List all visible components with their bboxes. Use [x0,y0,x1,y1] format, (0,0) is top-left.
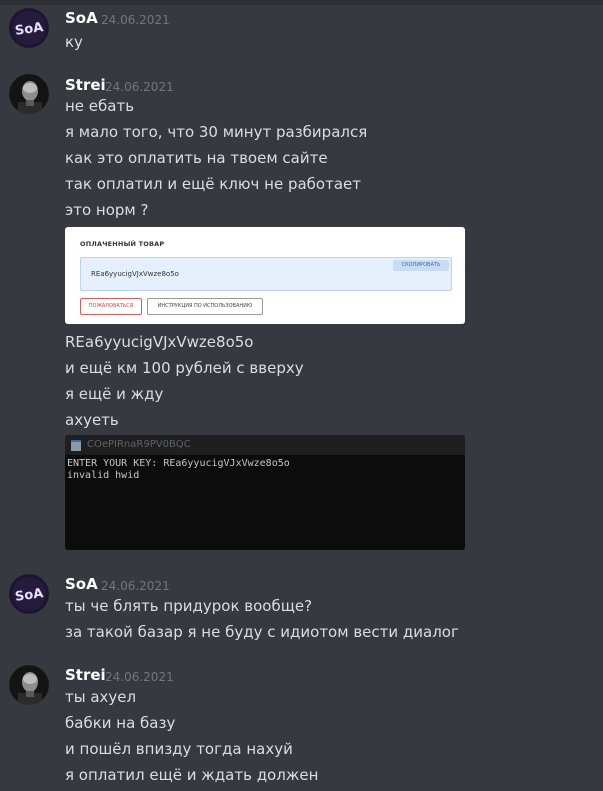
message-text: так оплатил и ещё ключ не работает [65,175,361,193]
author-name[interactable]: Strei [65,666,106,684]
instructions-button: ИНСТРУКЦИЯ ПО ИСПОЛЬЗОВАНИЮ [147,298,263,315]
console-window-icon [71,440,81,451]
message-text: я мало того, что 30 минут разбирался [65,123,368,141]
message-text: я ещё и жду [65,385,164,403]
message-text: и пошёл впизду тогда нахуй [65,740,293,758]
purchase-key: REa6yyucigVJxVwze8o5o [91,270,179,278]
avatar-strei[interactable] [9,665,49,705]
message-text: ты че блять придурок вообще? [65,597,313,615]
author-name[interactable]: SoA [65,575,98,593]
author-name[interactable]: Strei [65,76,106,94]
top-divider [0,0,603,5]
message-text: я оплатил ещё и ждать должен [65,766,319,784]
message-timestamp: 24.06.2021 [105,670,174,684]
purchase-title: ОПЛАЧЕННЫЙ ТОВАР [80,240,165,248]
message-timestamp: 24.06.2021 [101,13,170,27]
purchase-key-box: REa6yyucigVJxVwze8o5o СКОПИРОВАТЬ [80,257,452,291]
message-text: за такой базар я не буду с идиотом вести… [65,623,459,641]
message-timestamp: 24.06.2021 [101,579,170,593]
console-screenshot-embed[interactable]: COePIRnaR9PV0BQC ENTER YOUR KEY: REa6yyu… [65,435,465,550]
message-text: ты ахуел [65,688,137,706]
author-name[interactable]: SoA [65,9,98,27]
message-text: ахуеть [65,411,119,429]
copy-button: СКОПИРОВАТЬ [393,260,449,271]
complain-button: ПОЖАЛОВАТЬСЯ [80,298,142,315]
message-text: не ебать [65,97,135,115]
message-text: REa6yyucigVJxVwze8o5o [65,333,254,351]
message-text: как это оплатить на твоем сайте [65,149,328,167]
avatar-soa[interactable]: SoA [9,8,49,48]
message-text: и ещё км 100 рублей с вверху [65,359,304,377]
message-text: ку [65,33,83,51]
avatar-soa[interactable]: SoA [9,574,49,614]
message-timestamp: 24.06.2021 [105,80,174,94]
message-text: это норм ? [65,201,149,219]
console-line: ENTER YOUR KEY: REa6yyucigVJxVwze8o5o [67,458,290,469]
console-line: invalid hwid [67,470,140,481]
console-window-title: COePIRnaR9PV0BQC [87,439,191,450]
message-text: бабки на базу [65,714,176,732]
console-titlebar: COePIRnaR9PV0BQC [65,435,465,455]
purchase-screenshot-embed[interactable]: ОПЛАЧЕННЫЙ ТОВАР REa6yyucigVJxVwze8o5o С… [65,227,465,324]
avatar-strei[interactable] [9,74,49,114]
